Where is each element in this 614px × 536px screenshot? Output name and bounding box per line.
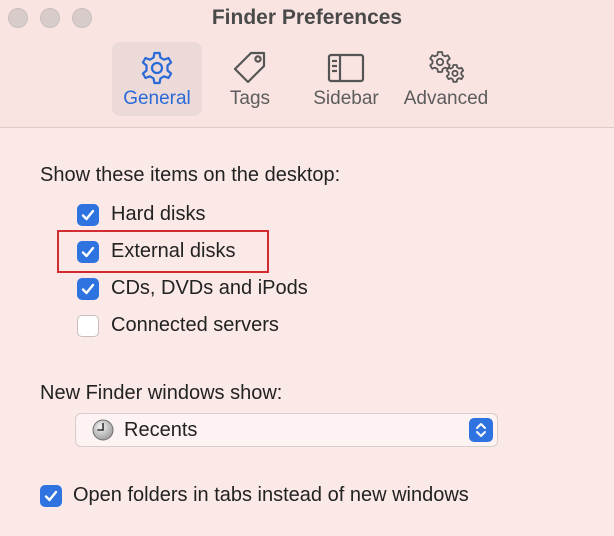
open-in-tabs-label: Open folders in tabs instead of new wind… <box>73 484 469 506</box>
window-title: Finder Preferences <box>211 6 403 29</box>
chevron-up-down-icon[interactable] <box>469 418 493 442</box>
connected-servers-label: Connected servers <box>111 314 279 336</box>
tag-icon <box>233 51 266 84</box>
preferences-toolbar: General Tags Sidebar Advanced <box>112 42 498 116</box>
highlight-box <box>57 230 269 273</box>
hard-disks-option[interactable]: Hard disks <box>77 203 205 226</box>
open-in-tabs-checkbox[interactable] <box>40 484 62 507</box>
new-window-heading: New Finder windows show: <box>40 382 283 404</box>
tab-advanced-label: Advanced <box>403 88 489 109</box>
tab-advanced[interactable]: Advanced <box>394 42 498 116</box>
sidebar-icon <box>327 53 365 83</box>
tab-general[interactable]: General <box>112 42 202 116</box>
connected-servers-checkbox[interactable] <box>77 314 99 337</box>
titlebar: Finder Preferences General Tags Sidebar … <box>0 0 614 128</box>
tab-sidebar[interactable]: Sidebar <box>298 42 394 116</box>
new-window-selected-value: Recents <box>124 418 198 441</box>
tab-sidebar-label: Sidebar <box>313 88 379 109</box>
tab-general-label: General <box>123 88 191 109</box>
checkmark-icon <box>44 490 58 501</box>
desktop-items-heading: Show these items on the desktop: <box>40 164 341 186</box>
tab-tags[interactable]: Tags <box>202 42 298 116</box>
tab-tags-label: Tags <box>229 88 271 109</box>
cds-dvds-ipods-option[interactable]: CDs, DVDs and iPods <box>77 277 308 300</box>
connected-servers-option[interactable]: Connected servers <box>77 314 279 337</box>
checkmark-icon <box>81 209 95 220</box>
hard-disks-label: Hard disks <box>111 203 206 225</box>
clock-icon <box>92 419 114 441</box>
cds-dvds-ipods-checkbox[interactable] <box>77 277 99 300</box>
checkmark-icon <box>81 283 95 294</box>
new-window-select[interactable]: Recents <box>75 413 498 447</box>
hard-disks-checkbox[interactable] <box>77 203 99 226</box>
finder-preferences-window: Finder Preferences General Tags Sidebar … <box>0 0 614 536</box>
open-in-tabs-option[interactable]: Open folders in tabs instead of new wind… <box>40 484 469 507</box>
gear-icon <box>141 51 173 85</box>
cds-dvds-ipods-label: CDs, DVDs and iPods <box>111 277 308 299</box>
gears-icon <box>429 51 465 83</box>
